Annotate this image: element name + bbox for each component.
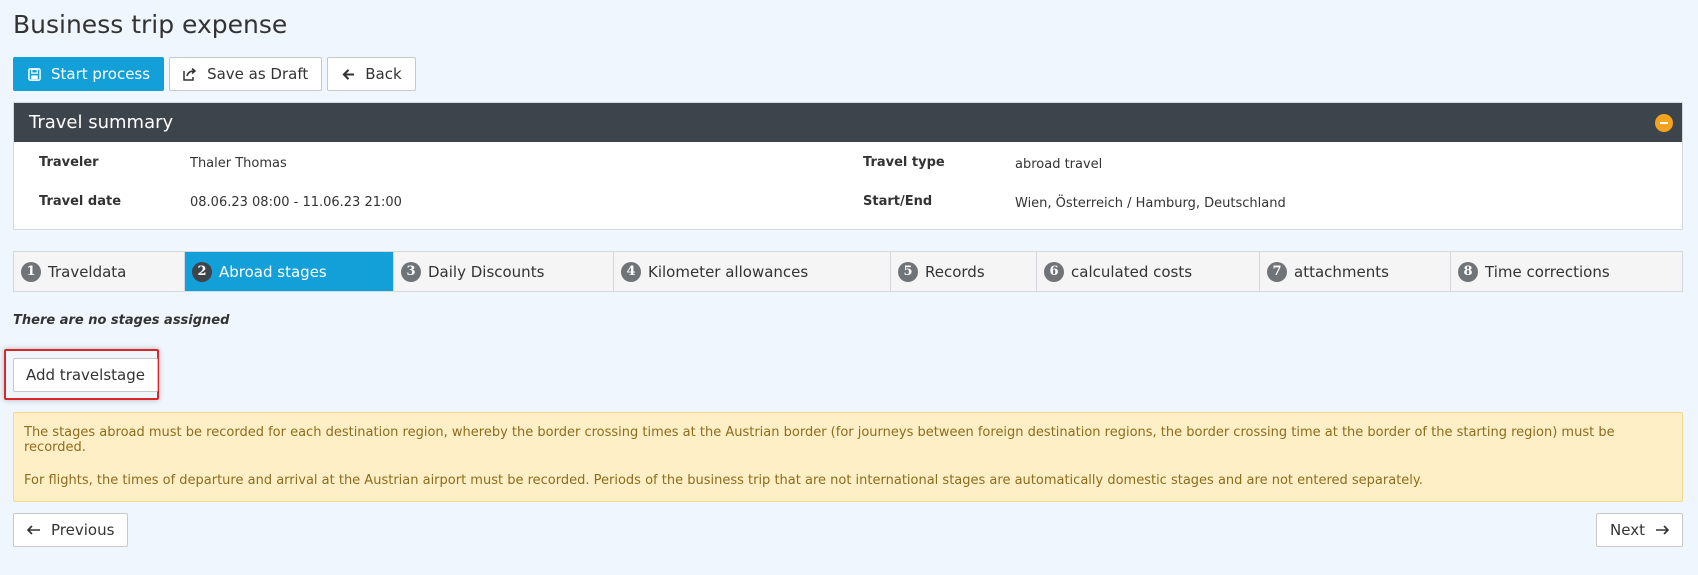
previous-label: Previous <box>51 521 115 539</box>
tab-label: Kilometer allowances <box>648 262 809 281</box>
tab-abroad-stages[interactable]: 2 Abroad stages <box>185 252 394 291</box>
travel-type-value: abroad travel <box>1015 157 1103 172</box>
previous-button[interactable]: Previous <box>13 513 129 547</box>
tab-daily-discounts[interactable]: 3 Daily Discounts <box>394 252 614 291</box>
tab-label: Abroad stages <box>219 262 327 281</box>
arrow-left-icon <box>27 523 41 537</box>
tab-time-corrections[interactable]: 8 Time corrections <box>1451 252 1682 291</box>
step-number-badge: 3 <box>401 261 421 282</box>
start-process-label: Start process <box>51 65 151 83</box>
tab-label: calculated costs <box>1071 262 1193 281</box>
next-label: Next <box>1610 521 1645 539</box>
tab-calculated-costs[interactable]: 6 calculated costs <box>1037 252 1260 291</box>
save-draft-label: Save as Draft <box>207 65 309 83</box>
traveler-value: Thaler Thomas <box>190 156 287 171</box>
next-button[interactable]: Next <box>1596 513 1683 547</box>
step-number-badge: 2 <box>192 261 212 282</box>
arrow-left-icon <box>341 67 355 81</box>
share-icon <box>183 67 197 81</box>
toolbar: Start process Save as Draft Back <box>13 57 416 91</box>
back-button[interactable]: Back <box>327 57 416 91</box>
step-number-badge: 4 <box>621 261 641 282</box>
travel-date-label: Travel date <box>39 194 122 209</box>
start-end-label: Start/End <box>863 194 933 209</box>
step-number-badge: 6 <box>1044 261 1064 282</box>
page-title: Business trip expense <box>13 10 288 39</box>
tab-kilometer-allowances[interactable]: 4 Kilometer allowances <box>614 252 891 291</box>
arrow-right-icon <box>1655 523 1669 537</box>
back-label: Back <box>365 65 402 83</box>
travel-summary-title: Travel summary <box>29 112 174 133</box>
step-tabs: 1 Traveldata 2 Abroad stages 3 Daily Dis… <box>13 251 1683 292</box>
info-text-flights: For flights, the times of departure and … <box>24 473 1423 488</box>
step-number-badge: 8 <box>1458 261 1478 282</box>
tab-records[interactable]: 5 Records <box>891 252 1037 291</box>
travel-date-value: 08.06.23 08:00 - 11.06.23 21:00 <box>190 195 402 210</box>
save-icon <box>27 67 41 81</box>
step-number-badge: 1 <box>21 261 41 282</box>
start-process-button[interactable]: Start process <box>13 57 165 91</box>
tab-label: attachments <box>1294 262 1389 281</box>
travel-summary-header: Travel summary <box>14 103 1682 142</box>
tab-label: Records <box>925 262 985 281</box>
info-alert: The stages abroad must be recorded for e… <box>13 412 1683 502</box>
add-travelstage-button[interactable]: Add travelstage <box>13 358 158 392</box>
info-text-stages: The stages abroad must be recorded for e… <box>24 425 1615 455</box>
start-end-value: Wien, Österreich / Hamburg, Deutschland <box>1015 196 1286 211</box>
tab-label: Traveldata <box>48 262 127 281</box>
travel-type-label: Travel type <box>863 155 945 170</box>
tab-label: Daily Discounts <box>428 262 545 281</box>
tab-label: Time corrections <box>1485 262 1610 281</box>
step-number-badge: 5 <box>898 261 918 282</box>
traveler-label: Traveler <box>39 155 99 170</box>
step-number-badge: 7 <box>1267 261 1287 282</box>
collapse-icon[interactable] <box>1655 114 1673 132</box>
save-draft-button[interactable]: Save as Draft <box>169 57 323 91</box>
tab-attachments[interactable]: 7 attachments <box>1260 252 1451 291</box>
empty-stages-message: There are no stages assigned <box>13 313 230 328</box>
travel-summary-panel: Travel summary Traveler Thaler Thomas Tr… <box>13 102 1683 230</box>
tab-traveldata[interactable]: 1 Traveldata <box>14 252 185 291</box>
